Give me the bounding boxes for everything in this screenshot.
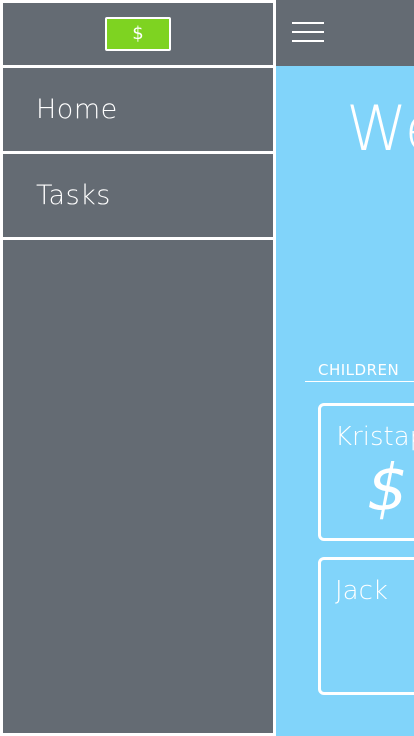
child-card[interactable]: Jack: [318, 557, 414, 695]
drawer-empty-area: [3, 240, 273, 733]
logo-symbol: $: [132, 23, 144, 44]
child-balance: $: [367, 452, 408, 526]
section-divider: [305, 381, 414, 382]
drawer-item-home[interactable]: Home: [3, 68, 273, 151]
child-name: Jack: [335, 576, 388, 606]
main-content: We CHILDREN Kristap $ Jack: [276, 0, 414, 736]
child-card[interactable]: Kristap $: [318, 403, 414, 541]
hamburger-menu-icon[interactable]: [292, 20, 324, 44]
dollar-bill-icon: $: [105, 17, 171, 51]
navigation-drawer: $ Home Tasks: [3, 3, 273, 733]
drawer-item-tasks[interactable]: Tasks: [3, 154, 273, 237]
drawer-item-label: Tasks: [36, 180, 111, 211]
top-app-bar: [276, 0, 414, 66]
drawer-item-label: Home: [36, 94, 118, 125]
welcome-heading: We: [346, 92, 414, 165]
children-section-label: CHILDREN: [318, 361, 400, 379]
app-frame: $ Home Tasks We CHILDREN Kristap $ Jack: [0, 0, 414, 736]
child-name: Kristap: [335, 422, 414, 452]
drawer-header: $: [3, 3, 273, 65]
